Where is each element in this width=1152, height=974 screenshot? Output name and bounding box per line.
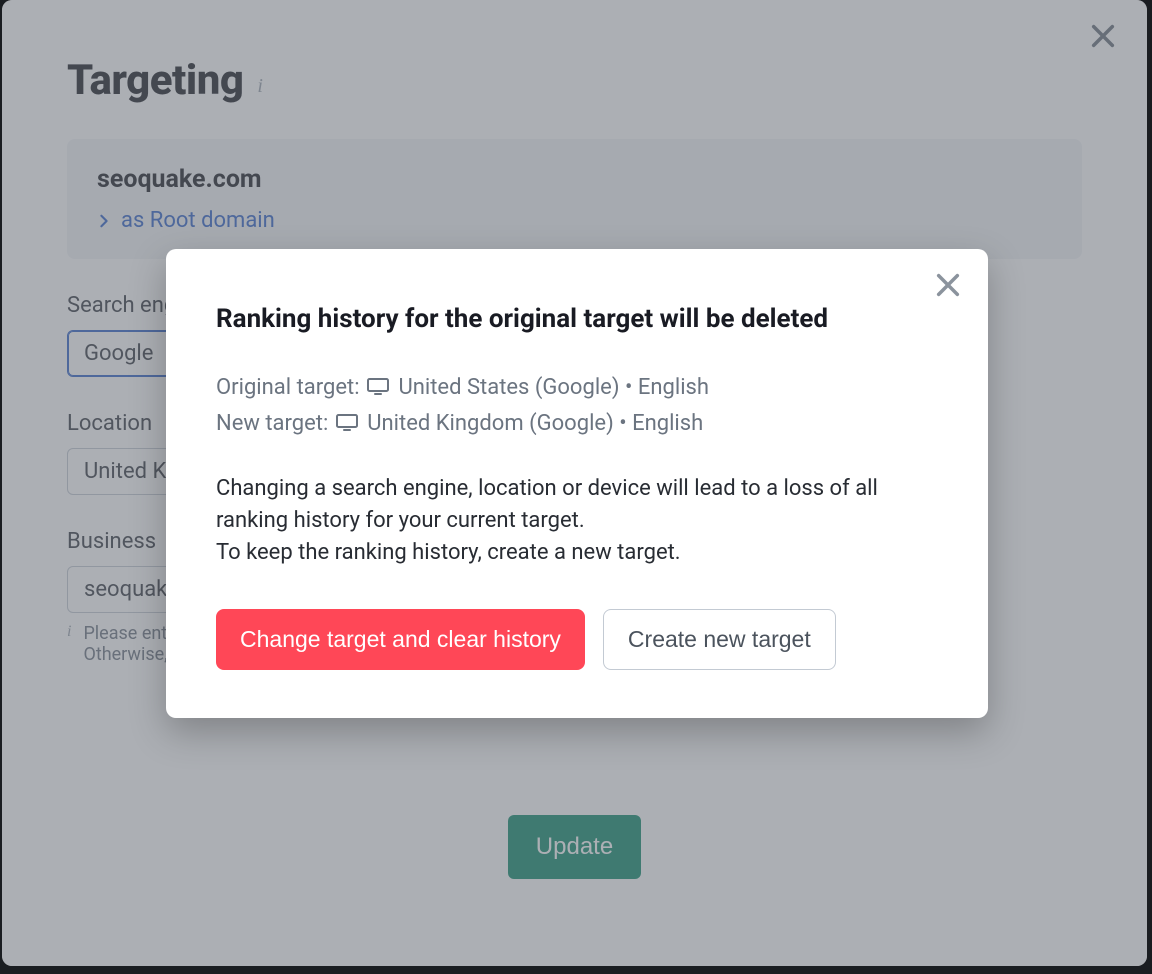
confirm-modal: Ranking history for the original target … <box>166 249 988 718</box>
change-and-clear-button[interactable]: Change target and clear history <box>216 609 585 670</box>
close-modal-button[interactable] <box>930 267 966 303</box>
new-target-value: United Kingdom (Google) • English <box>367 411 703 436</box>
original-target-label: Original target: <box>216 375 360 400</box>
create-new-target-button[interactable]: Create new target <box>603 609 836 670</box>
modal-warning: Changing a search engine, location or de… <box>216 473 938 569</box>
desktop-icon <box>336 409 358 443</box>
original-target-value: United States (Google) • English <box>398 375 709 400</box>
desktop-icon <box>367 373 389 407</box>
target-comparison: Original target: United States (Google) … <box>216 371 938 443</box>
modal-title: Ranking history for the original target … <box>216 303 938 337</box>
close-icon <box>934 271 962 299</box>
new-target-label: New target: <box>216 411 328 436</box>
